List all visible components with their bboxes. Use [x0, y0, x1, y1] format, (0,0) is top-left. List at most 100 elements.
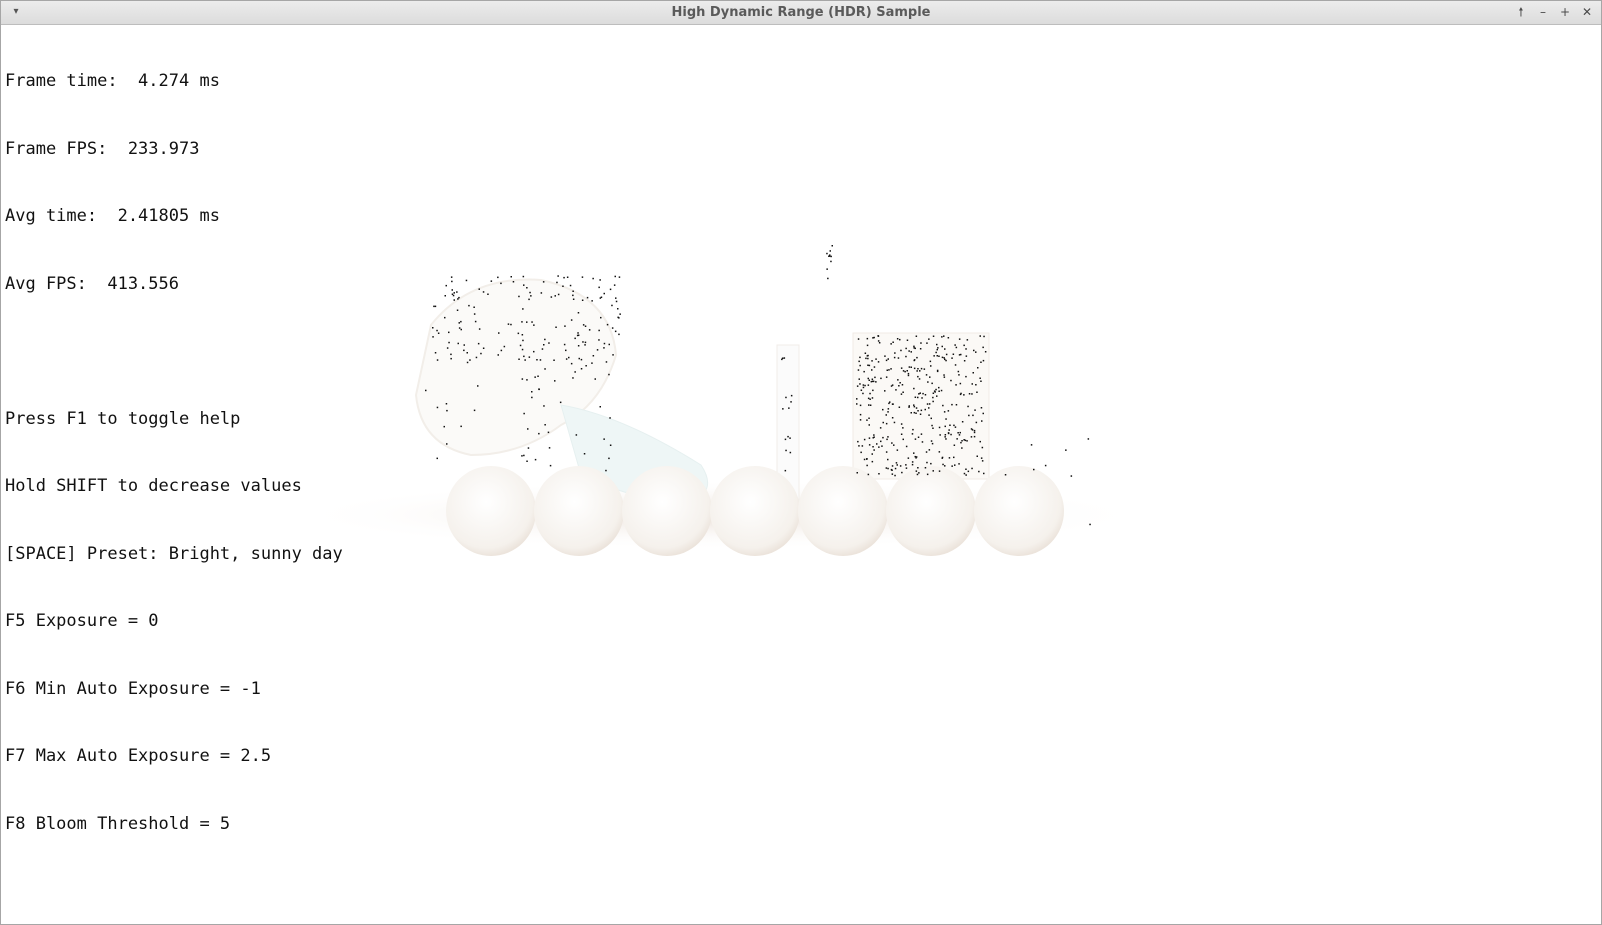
artifact-dot	[891, 473, 894, 475]
artifact-dot	[497, 354, 499, 356]
artifact-dot	[609, 417, 611, 419]
artifact-dot	[888, 402, 890, 405]
artifact-dot	[944, 425, 946, 428]
artifact-dot	[450, 276, 453, 278]
artifact-dot	[905, 467, 908, 469]
artifact-dot	[521, 378, 524, 380]
artifact-dot	[938, 426, 941, 429]
artifact-dot	[915, 412, 917, 414]
artifact-dot	[557, 275, 559, 277]
artifact-dot	[572, 298, 575, 300]
artifact-dot	[924, 408, 926, 411]
artifact-dot	[913, 359, 915, 362]
artifact-dot	[584, 341, 587, 344]
minimize-button[interactable]: –	[1535, 4, 1551, 20]
artifact-dot	[867, 377, 869, 380]
artifact-dot	[868, 379, 870, 381]
artifact-dot	[592, 355, 595, 357]
artifact-dot	[984, 351, 987, 353]
artifact-dot	[580, 358, 583, 361]
render-viewport[interactable]: Frame time: 4.274 ms Frame FPS: 233.973 …	[1, 25, 1601, 924]
artifact-dot	[603, 292, 605, 295]
artifact-dot	[929, 360, 932, 363]
artifact-dot	[490, 280, 493, 282]
artifact-dot	[967, 405, 969, 408]
artifact-dot	[928, 403, 931, 405]
artifact-dot	[982, 346, 984, 349]
artifact-dot	[878, 342, 881, 344]
artifact-dot	[920, 409, 923, 412]
artifact-dot	[913, 367, 916, 370]
artifact-dot	[1089, 523, 1091, 526]
artifact-dot	[894, 352, 896, 354]
artifact-dot	[972, 414, 974, 417]
artifact-dot	[958, 374, 960, 376]
artifact-dot	[534, 376, 536, 378]
artifact-dot	[448, 331, 450, 334]
artifact-dot	[975, 421, 978, 424]
artifact-dot	[917, 467, 919, 469]
artifact-dot	[907, 457, 910, 459]
artifact-dot	[884, 355, 886, 357]
artifact-dot	[947, 410, 950, 412]
artifact-dot	[935, 388, 937, 391]
artifact-dot	[921, 441, 924, 443]
artifact-dot	[947, 432, 950, 434]
raise-button[interactable]: 🠕	[1513, 4, 1529, 20]
artifact-dot	[517, 332, 520, 335]
artifact-dot	[785, 396, 787, 399]
artifact-dot	[445, 284, 447, 287]
hud-frame-fps: Frame FPS: 233.973	[5, 138, 200, 159]
artifact-dot	[926, 473, 929, 476]
hud-help-shift: Hold SHIFT to decrease values	[5, 476, 302, 496]
hud-help-min-auto-exposure: F6 Min Auto Exposure = -1	[5, 678, 261, 699]
artifact-dot	[448, 341, 450, 344]
artifact-dot	[458, 322, 460, 324]
artifact-dot	[526, 460, 528, 462]
sphere	[886, 466, 976, 556]
artifact-dot	[918, 472, 920, 474]
artifact-dot	[980, 361, 982, 363]
title-bar[interactable]: ▾ High Dynamic Range (HDR) Sample 🠕 – + …	[1, 1, 1601, 25]
artifact-dot	[875, 381, 877, 383]
artifact-dot	[871, 369, 873, 371]
artifact-dot	[932, 470, 934, 472]
artifact-dot	[618, 333, 620, 336]
artifact-dot	[544, 338, 546, 341]
artifact-dot	[955, 404, 958, 406]
artifact-dot	[916, 356, 918, 359]
artifact-dot	[891, 465, 894, 467]
maximize-button[interactable]: +	[1557, 4, 1573, 20]
artifact-dot	[932, 396, 934, 399]
artifact-dot	[859, 364, 861, 367]
artifact-dot	[859, 419, 862, 421]
artifact-dot	[526, 379, 528, 381]
artifact-dot	[522, 308, 524, 310]
artifact-dot	[931, 424, 933, 427]
artifact-dot	[961, 440, 963, 442]
artifact-dot	[577, 312, 580, 314]
artifact-dot	[919, 370, 921, 372]
artifact-dot	[950, 433, 952, 436]
artifact-dot	[781, 357, 784, 359]
artifact-dot	[465, 279, 468, 282]
artifact-dot	[1087, 438, 1090, 440]
hud-help-preset: [SPACE] Preset: Bright, sunny day	[5, 543, 343, 564]
artifact-dot	[460, 320, 462, 323]
artifact-dot	[905, 445, 908, 448]
close-button[interactable]: ✕	[1579, 4, 1595, 20]
artifact-dot	[887, 467, 889, 470]
artifact-dot	[1044, 464, 1047, 467]
artifact-dot	[980, 380, 982, 382]
artifact-dot	[487, 293, 489, 295]
artifact-dot	[785, 449, 787, 452]
artifact-dot	[860, 451, 862, 454]
artifact-dot	[966, 440, 968, 442]
hud-overlay: Frame time: 4.274 ms Frame FPS: 233.973 …	[5, 25, 343, 880]
artifact-dot	[521, 334, 524, 336]
artifact-dot	[524, 359, 526, 361]
artifact-dot	[460, 328, 462, 331]
artifact-dot	[920, 433, 923, 435]
artifact-dot	[559, 401, 562, 404]
artifact-dot	[900, 393, 903, 395]
